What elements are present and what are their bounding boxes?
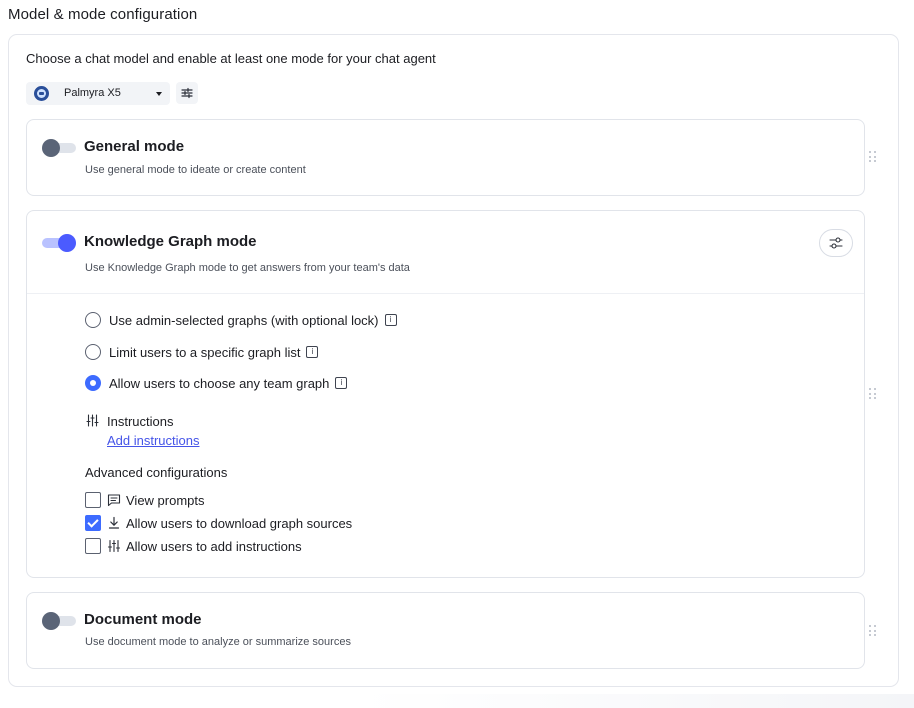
knowledge-graph-mode-title: Knowledge Graph mode — [84, 233, 257, 250]
toggle-knob — [42, 139, 60, 157]
model-settings-button[interactable] — [176, 82, 198, 104]
graph-option-admin-selected[interactable]: Use admin-selected graphs (with optional… — [85, 311, 397, 329]
view-prompts-option[interactable]: View prompts — [85, 491, 205, 509]
document-mode-toggle[interactable] — [42, 610, 76, 630]
option-label: Allow users to add instructions — [126, 538, 302, 554]
page-title: Model & mode configuration — [8, 6, 198, 23]
advanced-configurations-title: Advanced configurations — [85, 465, 228, 480]
instructions-sliders-icon — [86, 414, 99, 427]
graph-option-label: Use admin-selected graphs (with optional… — [109, 312, 379, 328]
sliders-icon — [829, 237, 843, 249]
drag-handle-icon[interactable] — [869, 625, 877, 637]
radio-button[interactable] — [85, 312, 101, 328]
document-mode-card: Document mode Use document mode to analy… — [26, 592, 865, 669]
checkbox[interactable] — [85, 492, 101, 508]
chat-prompt-icon — [107, 494, 121, 507]
info-icon[interactable]: i — [384, 314, 397, 326]
add-instructions-link[interactable]: Add instructions — [107, 433, 200, 448]
general-mode-description: Use general mode to ideate or create con… — [85, 164, 306, 176]
add-instructions-option[interactable]: Allow users to add instructions — [85, 537, 302, 555]
general-mode-card: General mode Use general mode to ideate … — [26, 119, 865, 196]
radio-button[interactable] — [85, 344, 101, 360]
general-mode-toggle[interactable] — [42, 137, 76, 157]
checkbox-checked[interactable] — [85, 515, 101, 531]
knowledge-graph-mode-toggle[interactable] — [42, 232, 76, 252]
toggle-knob — [58, 234, 76, 252]
section-divider — [27, 293, 864, 294]
option-label: View prompts — [126, 492, 205, 508]
graph-option-specific-list[interactable]: Limit users to a specific graph list i — [85, 343, 319, 361]
download-graph-sources-option[interactable]: Allow users to download graph sources — [85, 514, 352, 532]
instructions-label: Instructions — [107, 414, 174, 429]
palmyra-logo-icon — [34, 86, 49, 101]
instructions-sliders-icon — [107, 539, 121, 553]
option-label: Allow users to download graph sources — [126, 515, 353, 531]
document-mode-title: Document mode — [84, 611, 202, 628]
graph-option-label: Allow users to choose any team graph — [109, 375, 330, 391]
checkbox[interactable] — [85, 538, 101, 554]
toggle-knob — [42, 612, 60, 630]
download-icon — [108, 516, 120, 529]
sliders-icon — [181, 87, 193, 99]
graph-option-label: Limit users to a specific graph list — [109, 344, 301, 360]
info-icon[interactable]: i — [335, 377, 348, 389]
drag-handle-icon[interactable] — [869, 388, 877, 400]
knowledge-graph-mode-description: Use Knowledge Graph mode to get answers … — [85, 262, 410, 274]
model-selector-dropdown[interactable]: Palmyra X5 — [26, 82, 170, 105]
model-name: Palmyra X5 — [64, 87, 121, 99]
knowledge-graph-mode-card: Knowledge Graph mode Use Knowledge Graph… — [26, 210, 865, 578]
caret-down-icon — [156, 92, 162, 96]
knowledge-graph-settings-button[interactable] — [819, 229, 853, 257]
section-subtitle: Choose a chat model and enable at least … — [26, 51, 436, 66]
document-mode-description: Use document mode to analyze or summariz… — [85, 636, 351, 648]
info-icon[interactable]: i — [306, 346, 319, 358]
drag-handle-icon[interactable] — [869, 151, 877, 163]
graph-option-any-team-graph[interactable]: Allow users to choose any team graph i — [85, 374, 348, 392]
general-mode-title: General mode — [84, 138, 185, 155]
radio-button-selected[interactable] — [85, 375, 101, 391]
bottom-fade — [360, 694, 914, 708]
